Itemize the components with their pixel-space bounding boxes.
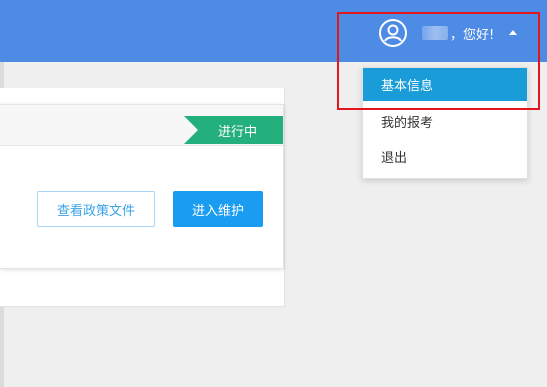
enter-maintenance-button[interactable]: 进入维护 bbox=[173, 191, 263, 227]
username-redacted bbox=[422, 26, 448, 40]
card-header: 进行中 bbox=[0, 105, 283, 146]
greeting-text: ，您好! bbox=[450, 27, 495, 43]
top-header: ，您好! bbox=[0, 0, 547, 62]
user-circle-icon[interactable] bbox=[378, 18, 408, 48]
status-badge: 进行中 bbox=[184, 116, 283, 144]
caret-up-icon[interactable] bbox=[508, 29, 518, 37]
menu-item-basic-info[interactable]: 基本信息 bbox=[363, 68, 527, 101]
project-card: 进行中 查看政策文件 进入维护 bbox=[0, 104, 284, 269]
user-dropdown-menu: 基本信息 我的报考 退出 bbox=[362, 67, 528, 179]
menu-item-logout[interactable]: 退出 bbox=[363, 140, 527, 173]
user-menu-trigger[interactable]: ，您好! bbox=[378, 17, 518, 49]
menu-item-my-registrations[interactable]: 我的报考 bbox=[363, 105, 527, 138]
view-policy-button[interactable]: 查看政策文件 bbox=[37, 191, 155, 227]
content-panel: 进行中 查看政策文件 进入维护 bbox=[0, 88, 285, 307]
